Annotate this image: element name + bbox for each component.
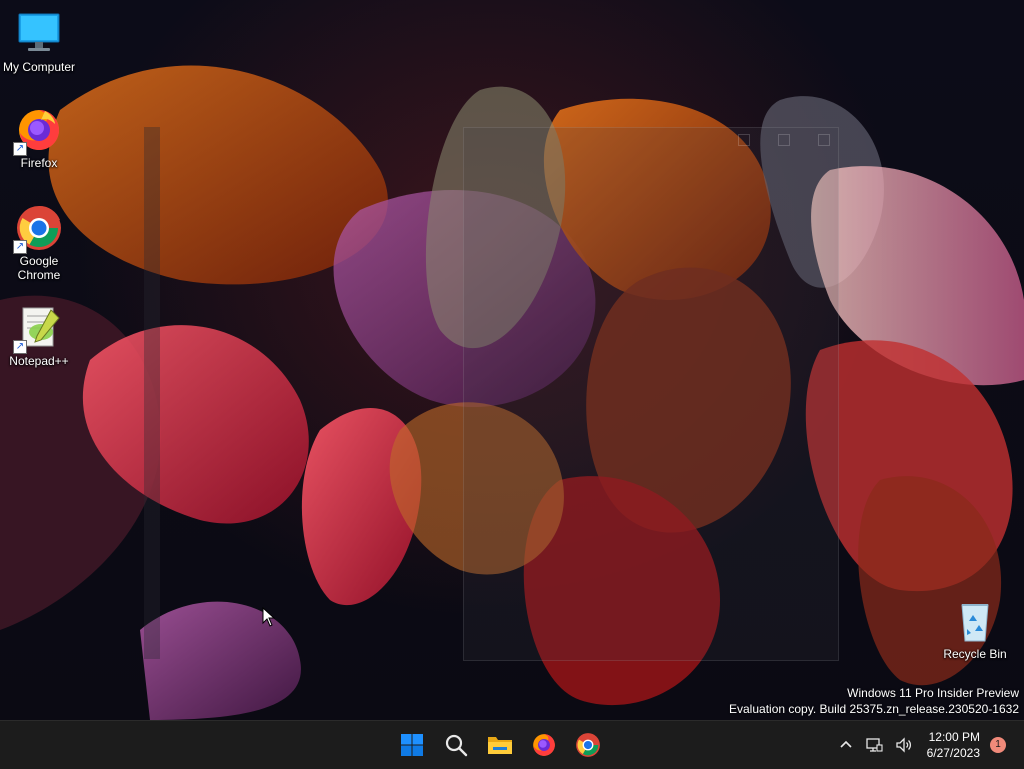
- chrome-icon: ↗: [13, 204, 63, 254]
- close-icon: [818, 134, 830, 146]
- volume-button[interactable]: [889, 725, 919, 765]
- taskbar-pinned-apps: [392, 721, 608, 769]
- file-explorer-button[interactable]: [480, 725, 520, 765]
- clock-button[interactable]: 12:00 PM 6/27/2023: [919, 729, 990, 761]
- clock-date: 6/27/2023: [926, 746, 980, 760]
- search-icon: [445, 734, 468, 757]
- desktop-icon-label: Recycle Bin: [943, 647, 1007, 661]
- desktop-icon-label: Firefox: [20, 156, 58, 170]
- network-icon: [865, 738, 883, 752]
- show-hidden-icons-button[interactable]: [833, 725, 859, 765]
- chevron-up-icon: [840, 740, 852, 748]
- search-button[interactable]: [436, 725, 476, 765]
- mouse-cursor-icon: [262, 607, 276, 627]
- network-button[interactable]: [859, 725, 889, 765]
- desktop-icon-firefox[interactable]: ↗ Firefox: [1, 106, 77, 170]
- firefox-icon: ↗: [13, 106, 63, 156]
- notification-badge[interactable]: 1: [990, 737, 1006, 753]
- chrome-taskbar-button[interactable]: [568, 725, 608, 765]
- desktop: My Computer ↗ Firefox ↗ Google Chrome ↗ …: [0, 0, 1024, 720]
- desktop-icon-label: Notepad++: [9, 354, 69, 368]
- desktop-icon-label: My Computer: [2, 60, 76, 74]
- shortcut-arrow-icon: ↗: [13, 340, 27, 354]
- ghost-window-caption-buttons: [738, 134, 830, 146]
- clock-time: 12:00 PM: [928, 730, 980, 744]
- monitor-icon: [15, 10, 63, 58]
- speaker-icon: [895, 737, 911, 753]
- taskbar: 12:00 PM 6/27/2023 1: [0, 720, 1024, 769]
- desktop-icon-label: Google Chrome: [17, 254, 61, 282]
- ghost-window: [463, 127, 839, 661]
- desktop-icon-my-computer[interactable]: My Computer: [1, 10, 77, 74]
- ghost-window-shadow: [144, 127, 160, 659]
- shortcut-arrow-icon: ↗: [13, 240, 27, 254]
- desktop-icon-google-chrome[interactable]: ↗ Google Chrome: [1, 204, 77, 282]
- watermark-line2: Evaluation copy. Build 25375.zn_release.…: [729, 702, 1019, 716]
- chrome-icon: [576, 733, 600, 757]
- windows-watermark: Windows 11 Pro Insider Preview Evaluatio…: [729, 685, 1019, 717]
- start-button[interactable]: [392, 725, 432, 765]
- desktop-icon-recycle-bin[interactable]: Recycle Bin: [937, 597, 1013, 661]
- windows-start-icon: [401, 734, 423, 756]
- system-tray: 12:00 PM 6/27/2023 1: [833, 721, 1024, 769]
- shortcut-arrow-icon: ↗: [13, 142, 27, 156]
- recycle-bin-icon: [951, 597, 999, 645]
- firefox-taskbar-button[interactable]: [524, 725, 564, 765]
- minimize-icon: [738, 134, 750, 146]
- firefox-icon: [533, 734, 555, 756]
- desktop-icon-notepadpp[interactable]: ↗ Notepad++: [1, 304, 77, 368]
- maximize-icon: [778, 134, 790, 146]
- watermark-line1: Windows 11 Pro Insider Preview: [847, 686, 1019, 700]
- folder-icon: [488, 737, 512, 754]
- notepadpp-icon: ↗: [13, 304, 63, 354]
